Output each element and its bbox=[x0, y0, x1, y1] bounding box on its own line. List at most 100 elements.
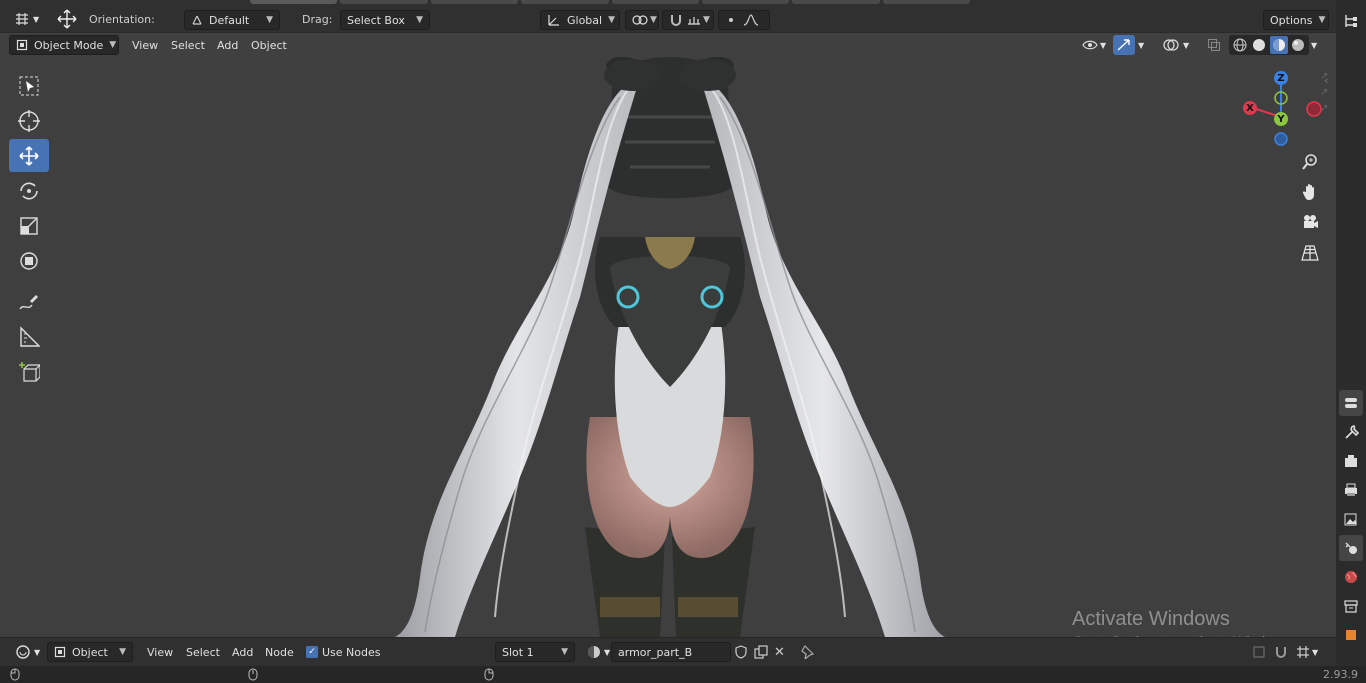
world-globe-icon bbox=[1343, 569, 1359, 585]
object-visibility-dropdown[interactable]: ▼ bbox=[1076, 35, 1110, 55]
outliner-filter-button[interactable] bbox=[1339, 8, 1363, 34]
transform-icon bbox=[18, 250, 40, 272]
workspace-tab[interactable] bbox=[340, 0, 428, 4]
gizmo-axis-y[interactable]: Y bbox=[1274, 112, 1288, 126]
menu-select[interactable]: Select bbox=[165, 35, 211, 55]
solid-shading-icon[interactable] bbox=[1251, 36, 1269, 54]
material-browse-button[interactable]: ▼ bbox=[580, 642, 610, 662]
chevron-down-icon: ▼ bbox=[119, 647, 126, 657]
gizmo-options-dropdown[interactable]: ▼ bbox=[1135, 35, 1151, 55]
menu-add[interactable]: Add bbox=[211, 35, 244, 55]
chevron-down-icon: ▼ bbox=[1312, 647, 1319, 657]
shading-options-dropdown[interactable]: ▼ bbox=[1308, 35, 1326, 55]
wireframe-shading-icon[interactable] bbox=[1231, 36, 1249, 54]
tab-render[interactable] bbox=[1339, 448, 1363, 474]
editor-type-dropdown[interactable]: ▼ bbox=[8, 9, 42, 29]
transform-orientation-value: Global bbox=[567, 13, 603, 27]
measure-tool[interactable] bbox=[9, 320, 49, 353]
transform-orientation-dropdown[interactable]: Global ▼ bbox=[540, 10, 620, 30]
sidebar-expand-arrow-icon[interactable]: ‹ bbox=[1324, 74, 1328, 87]
tab-view-layer[interactable] bbox=[1339, 506, 1363, 532]
rendered-shading-icon[interactable] bbox=[1290, 36, 1308, 54]
scale-tool[interactable] bbox=[9, 209, 49, 242]
menu-view[interactable]: View bbox=[141, 642, 179, 662]
workspace-tab[interactable] bbox=[250, 0, 338, 4]
pan-button[interactable] bbox=[1296, 178, 1324, 206]
tab-collection[interactable] bbox=[1339, 593, 1363, 619]
workspace-tab[interactable] bbox=[882, 0, 970, 4]
workspace-tab[interactable] bbox=[521, 0, 609, 4]
workspace-tab[interactable] bbox=[701, 0, 790, 4]
menu-select[interactable]: Select bbox=[180, 642, 226, 662]
menu-node[interactable]: Node bbox=[259, 642, 300, 662]
gizmo-toggle-button[interactable] bbox=[1113, 35, 1135, 55]
overlays-group[interactable]: ▼ bbox=[1157, 35, 1197, 55]
fake-user-button[interactable] bbox=[731, 642, 751, 662]
workspace-tab[interactable] bbox=[611, 0, 699, 4]
cursor-tool[interactable] bbox=[9, 104, 49, 137]
chevron-down-icon: ▼ bbox=[650, 15, 657, 25]
material-slot-dropdown[interactable]: Slot 1 ▼ bbox=[495, 642, 575, 662]
select-box-tool[interactable] bbox=[9, 69, 49, 102]
eye-icon bbox=[1082, 39, 1098, 51]
tab-world[interactable] bbox=[1339, 564, 1363, 590]
chevron-down-icon: ▼ bbox=[266, 15, 273, 25]
orientation-dropdown[interactable]: Default ▼ bbox=[184, 10, 280, 30]
workspace-tab[interactable] bbox=[792, 0, 880, 4]
tab-tool[interactable] bbox=[1339, 419, 1363, 445]
crosshair-cursor-icon bbox=[17, 109, 41, 133]
mode-dropdown[interactable]: Object Mode ▼ bbox=[9, 35, 119, 55]
rotate-tool[interactable] bbox=[9, 174, 49, 207]
pivot-point-dropdown[interactable]: ▼ bbox=[625, 10, 659, 30]
menu-view[interactable]: View bbox=[126, 35, 164, 55]
tab-tool-settings[interactable] bbox=[1339, 390, 1363, 416]
chevron-down-icon: ▼ bbox=[604, 647, 611, 657]
options-dropdown[interactable]: Options ▼ bbox=[1263, 10, 1329, 30]
workspace-tab[interactable] bbox=[430, 0, 519, 4]
gizmo-axis-x[interactable]: X bbox=[1243, 101, 1257, 115]
snap-element-dropdown[interactable]: ▼ bbox=[1294, 642, 1326, 662]
tab-object[interactable] bbox=[1339, 622, 1363, 648]
snap-toggle-button[interactable] bbox=[1272, 642, 1292, 662]
object-mode-icon bbox=[54, 646, 66, 658]
properties-tab-column bbox=[1336, 0, 1366, 683]
tab-output[interactable] bbox=[1339, 477, 1363, 503]
shader-type-dropdown[interactable]: Object ▼ bbox=[47, 642, 133, 662]
material-name-field[interactable]: armor_part_B bbox=[611, 642, 731, 662]
perspective-toggle-button[interactable] bbox=[1296, 239, 1324, 267]
tab-scene[interactable] bbox=[1339, 535, 1363, 561]
snap-grid-icon bbox=[1296, 645, 1310, 659]
pin-button[interactable] bbox=[797, 642, 817, 662]
zoom-button[interactable] bbox=[1296, 148, 1324, 176]
use-nodes-checkbox[interactable]: ✓ Use Nodes bbox=[300, 642, 387, 662]
3d-viewport[interactable]: Z Y X ↗ ↗ ↗ ‹ bbox=[0, 57, 1336, 637]
add-cube-tool[interactable] bbox=[9, 355, 49, 388]
backdrop-button[interactable] bbox=[1250, 642, 1268, 662]
options-label: Options bbox=[1270, 13, 1313, 27]
chevron-down-icon: ▼ bbox=[1311, 40, 1318, 50]
mode-value: Object Mode bbox=[34, 38, 104, 52]
chevron-down-icon: ▼ bbox=[1183, 40, 1190, 50]
transform-tool[interactable] bbox=[9, 244, 49, 277]
drag-dropdown[interactable]: Select Box ▼ bbox=[340, 10, 430, 30]
orientation-axes-icon bbox=[191, 14, 203, 26]
menu-add[interactable]: Add bbox=[226, 642, 259, 662]
magnet-icon bbox=[1274, 645, 1288, 659]
unlink-material-button[interactable]: ✕ bbox=[771, 642, 791, 662]
chevron-down-icon: ▼ bbox=[703, 15, 710, 25]
move-tool[interactable] bbox=[9, 139, 49, 172]
image-layers-icon bbox=[1343, 511, 1359, 527]
snapping-group[interactable]: ▼ bbox=[662, 10, 714, 30]
proportional-editing-group[interactable] bbox=[718, 10, 770, 30]
editor-type-dropdown[interactable]: ▼ bbox=[9, 642, 41, 662]
camera-view-button[interactable] bbox=[1296, 208, 1324, 236]
menu-object[interactable]: Object bbox=[245, 35, 293, 55]
annotate-pencil-icon bbox=[18, 291, 40, 313]
gizmo-axis-z[interactable]: Z bbox=[1274, 71, 1288, 85]
pin-icon bbox=[800, 645, 814, 659]
material-preview-shading-icon[interactable] bbox=[1270, 36, 1288, 54]
xray-toggle-button[interactable] bbox=[1204, 35, 1226, 55]
annotate-tool[interactable] bbox=[9, 285, 49, 318]
duplicate-material-button[interactable] bbox=[751, 642, 771, 662]
add-cube-icon bbox=[18, 361, 40, 383]
